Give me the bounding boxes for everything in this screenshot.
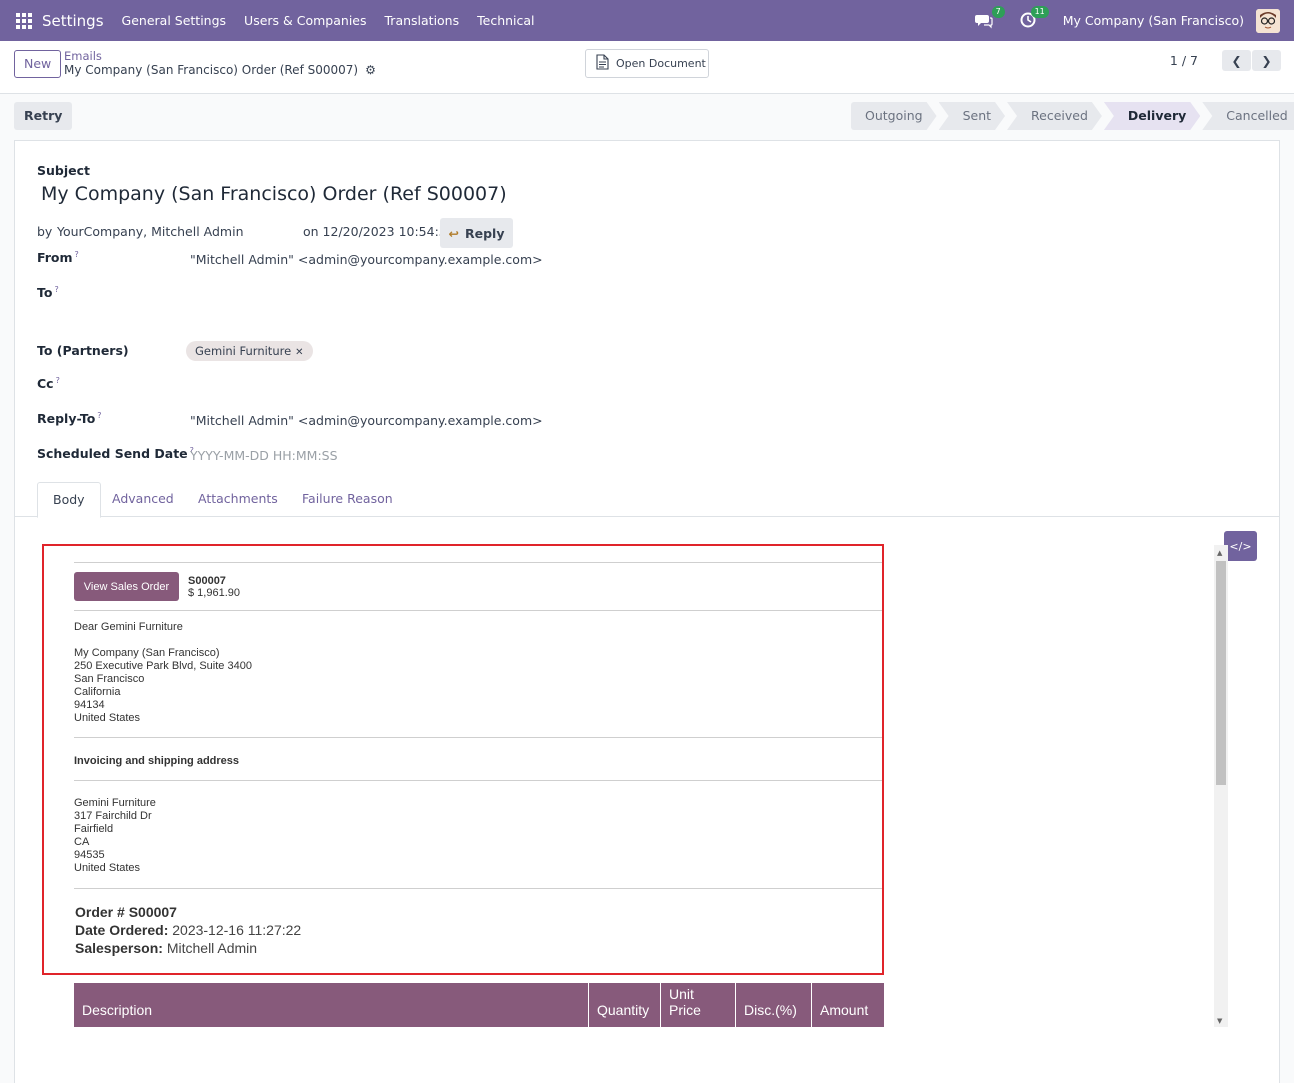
- to-partners-label: To (Partners): [37, 343, 129, 358]
- tab-body[interactable]: Body: [37, 482, 101, 518]
- activities-icon[interactable]: 11: [1019, 5, 1049, 31]
- notebook-tabs: Body Advanced Attachments Failure Reason: [15, 481, 1279, 518]
- reply-label: Reply: [465, 225, 505, 241]
- open-document-label: Open Document: [616, 57, 706, 70]
- reply-icon: ↩: [448, 225, 459, 241]
- scroll-up-icon[interactable]: ▲: [1217, 549, 1222, 557]
- from-label: From?: [37, 250, 79, 266]
- reply-button[interactable]: ↩ Reply: [440, 218, 513, 248]
- messages-icon[interactable]: 7: [974, 5, 1005, 31]
- breadcrumb-parent[interactable]: Emails: [64, 49, 102, 63]
- document-icon: [596, 54, 609, 73]
- partner-tag[interactable]: Gemini Furniture ✕: [186, 341, 313, 361]
- stage-sent[interactable]: Sent: [939, 102, 1005, 130]
- status-bar: Outgoing Sent Received Delivery Failed C…: [851, 102, 1294, 130]
- menu-technical[interactable]: Technical: [477, 13, 534, 28]
- column-header: Disc.(%): [736, 983, 812, 1027]
- activities-badge: 11: [1030, 5, 1049, 18]
- to-label: To?: [37, 285, 59, 301]
- pager-previous-button[interactable]: ❮: [1222, 50, 1251, 71]
- app-brand[interactable]: Settings: [42, 12, 104, 30]
- remove-tag-icon[interactable]: ✕: [295, 347, 303, 358]
- pager-value[interactable]: 1 / 7: [1170, 53, 1198, 68]
- subject-label: Subject: [37, 163, 90, 178]
- menu-general-settings[interactable]: General Settings: [122, 13, 227, 28]
- messages-badge: 7: [991, 5, 1005, 18]
- new-button[interactable]: New: [14, 50, 62, 78]
- scheduled-date-label: Scheduled Send Date?: [37, 446, 194, 462]
- author-field[interactable]: YourCompany, Mitchell Admin: [57, 224, 244, 239]
- top-navbar: Settings General Settings Users & Compan…: [0, 0, 1294, 41]
- scroll-down-icon[interactable]: ▼: [1217, 1017, 1222, 1025]
- reply-to-field[interactable]: "Mitchell Admin" <admin@yourcompany.exam…: [190, 413, 543, 428]
- tab-failure-reason[interactable]: Failure Reason: [287, 482, 408, 518]
- column-header: Amount: [820, 1002, 869, 1018]
- scheduled-date-input[interactable]: YYYY-MM-DD HH:MM:SS: [190, 448, 338, 463]
- from-field[interactable]: "Mitchell Admin" <admin@yourcompany.exam…: [190, 252, 543, 267]
- body-scrollbar[interactable]: ▲ ▼: [1214, 545, 1228, 1027]
- reply-to-label: Reply-To?: [37, 411, 102, 427]
- stage-received[interactable]: Received: [1007, 102, 1102, 130]
- stage-cancelled[interactable]: Cancelled: [1202, 102, 1294, 130]
- open-document-button[interactable]: Open Document: [585, 49, 709, 78]
- stage-outgoing[interactable]: Outgoing: [851, 102, 937, 130]
- breadcrumb-current-label: My Company (San Francisco) Order (Ref S0…: [64, 63, 359, 77]
- user-avatar[interactable]: [1256, 8, 1280, 33]
- breadcrumb-current: My Company (San Francisco) Order (Ref S0…: [64, 63, 376, 77]
- scrollbar-thumb[interactable]: [1216, 561, 1226, 785]
- tab-advanced[interactable]: Advanced: [97, 482, 189, 518]
- partner-tag-label: Gemini Furniture: [195, 344, 292, 358]
- retry-button[interactable]: Retry: [14, 102, 73, 130]
- order-lines-header: Description Quantity Unit Price Disc.(%)…: [74, 983, 884, 1027]
- company-switcher[interactable]: My Company (San Francisco): [1063, 13, 1244, 28]
- column-header: Description: [74, 983, 589, 1027]
- code-view-button[interactable]: </>: [1224, 531, 1257, 561]
- control-panel: New Emails My Company (San Francisco) Or…: [0, 41, 1294, 94]
- menu-translations[interactable]: Translations: [385, 13, 460, 28]
- chevron-right-icon: ❯: [1261, 53, 1272, 68]
- stage-delivery-failed[interactable]: Delivery Failed: [1104, 102, 1200, 130]
- column-header: Unit Price: [661, 983, 736, 1027]
- code-icon: </>: [1229, 539, 1252, 553]
- tab-attachments[interactable]: Attachments: [183, 482, 293, 518]
- apps-menu-icon[interactable]: [16, 12, 32, 29]
- highlight-box: [42, 544, 884, 975]
- pager-next-button[interactable]: ❯: [1252, 50, 1281, 71]
- menu-users-companies[interactable]: Users & Companies: [244, 13, 366, 28]
- column-header: Quantity: [589, 983, 661, 1027]
- by-prefix: by: [37, 224, 53, 239]
- cc-label: Cc?: [37, 376, 60, 392]
- subject-field[interactable]: My Company (San Francisco) Order (Ref S0…: [41, 183, 507, 205]
- gear-icon[interactable]: ⚙: [365, 63, 376, 77]
- date-field[interactable]: on 12/20/2023 10:54:37: [303, 224, 455, 239]
- chevron-left-icon: ❮: [1231, 53, 1242, 68]
